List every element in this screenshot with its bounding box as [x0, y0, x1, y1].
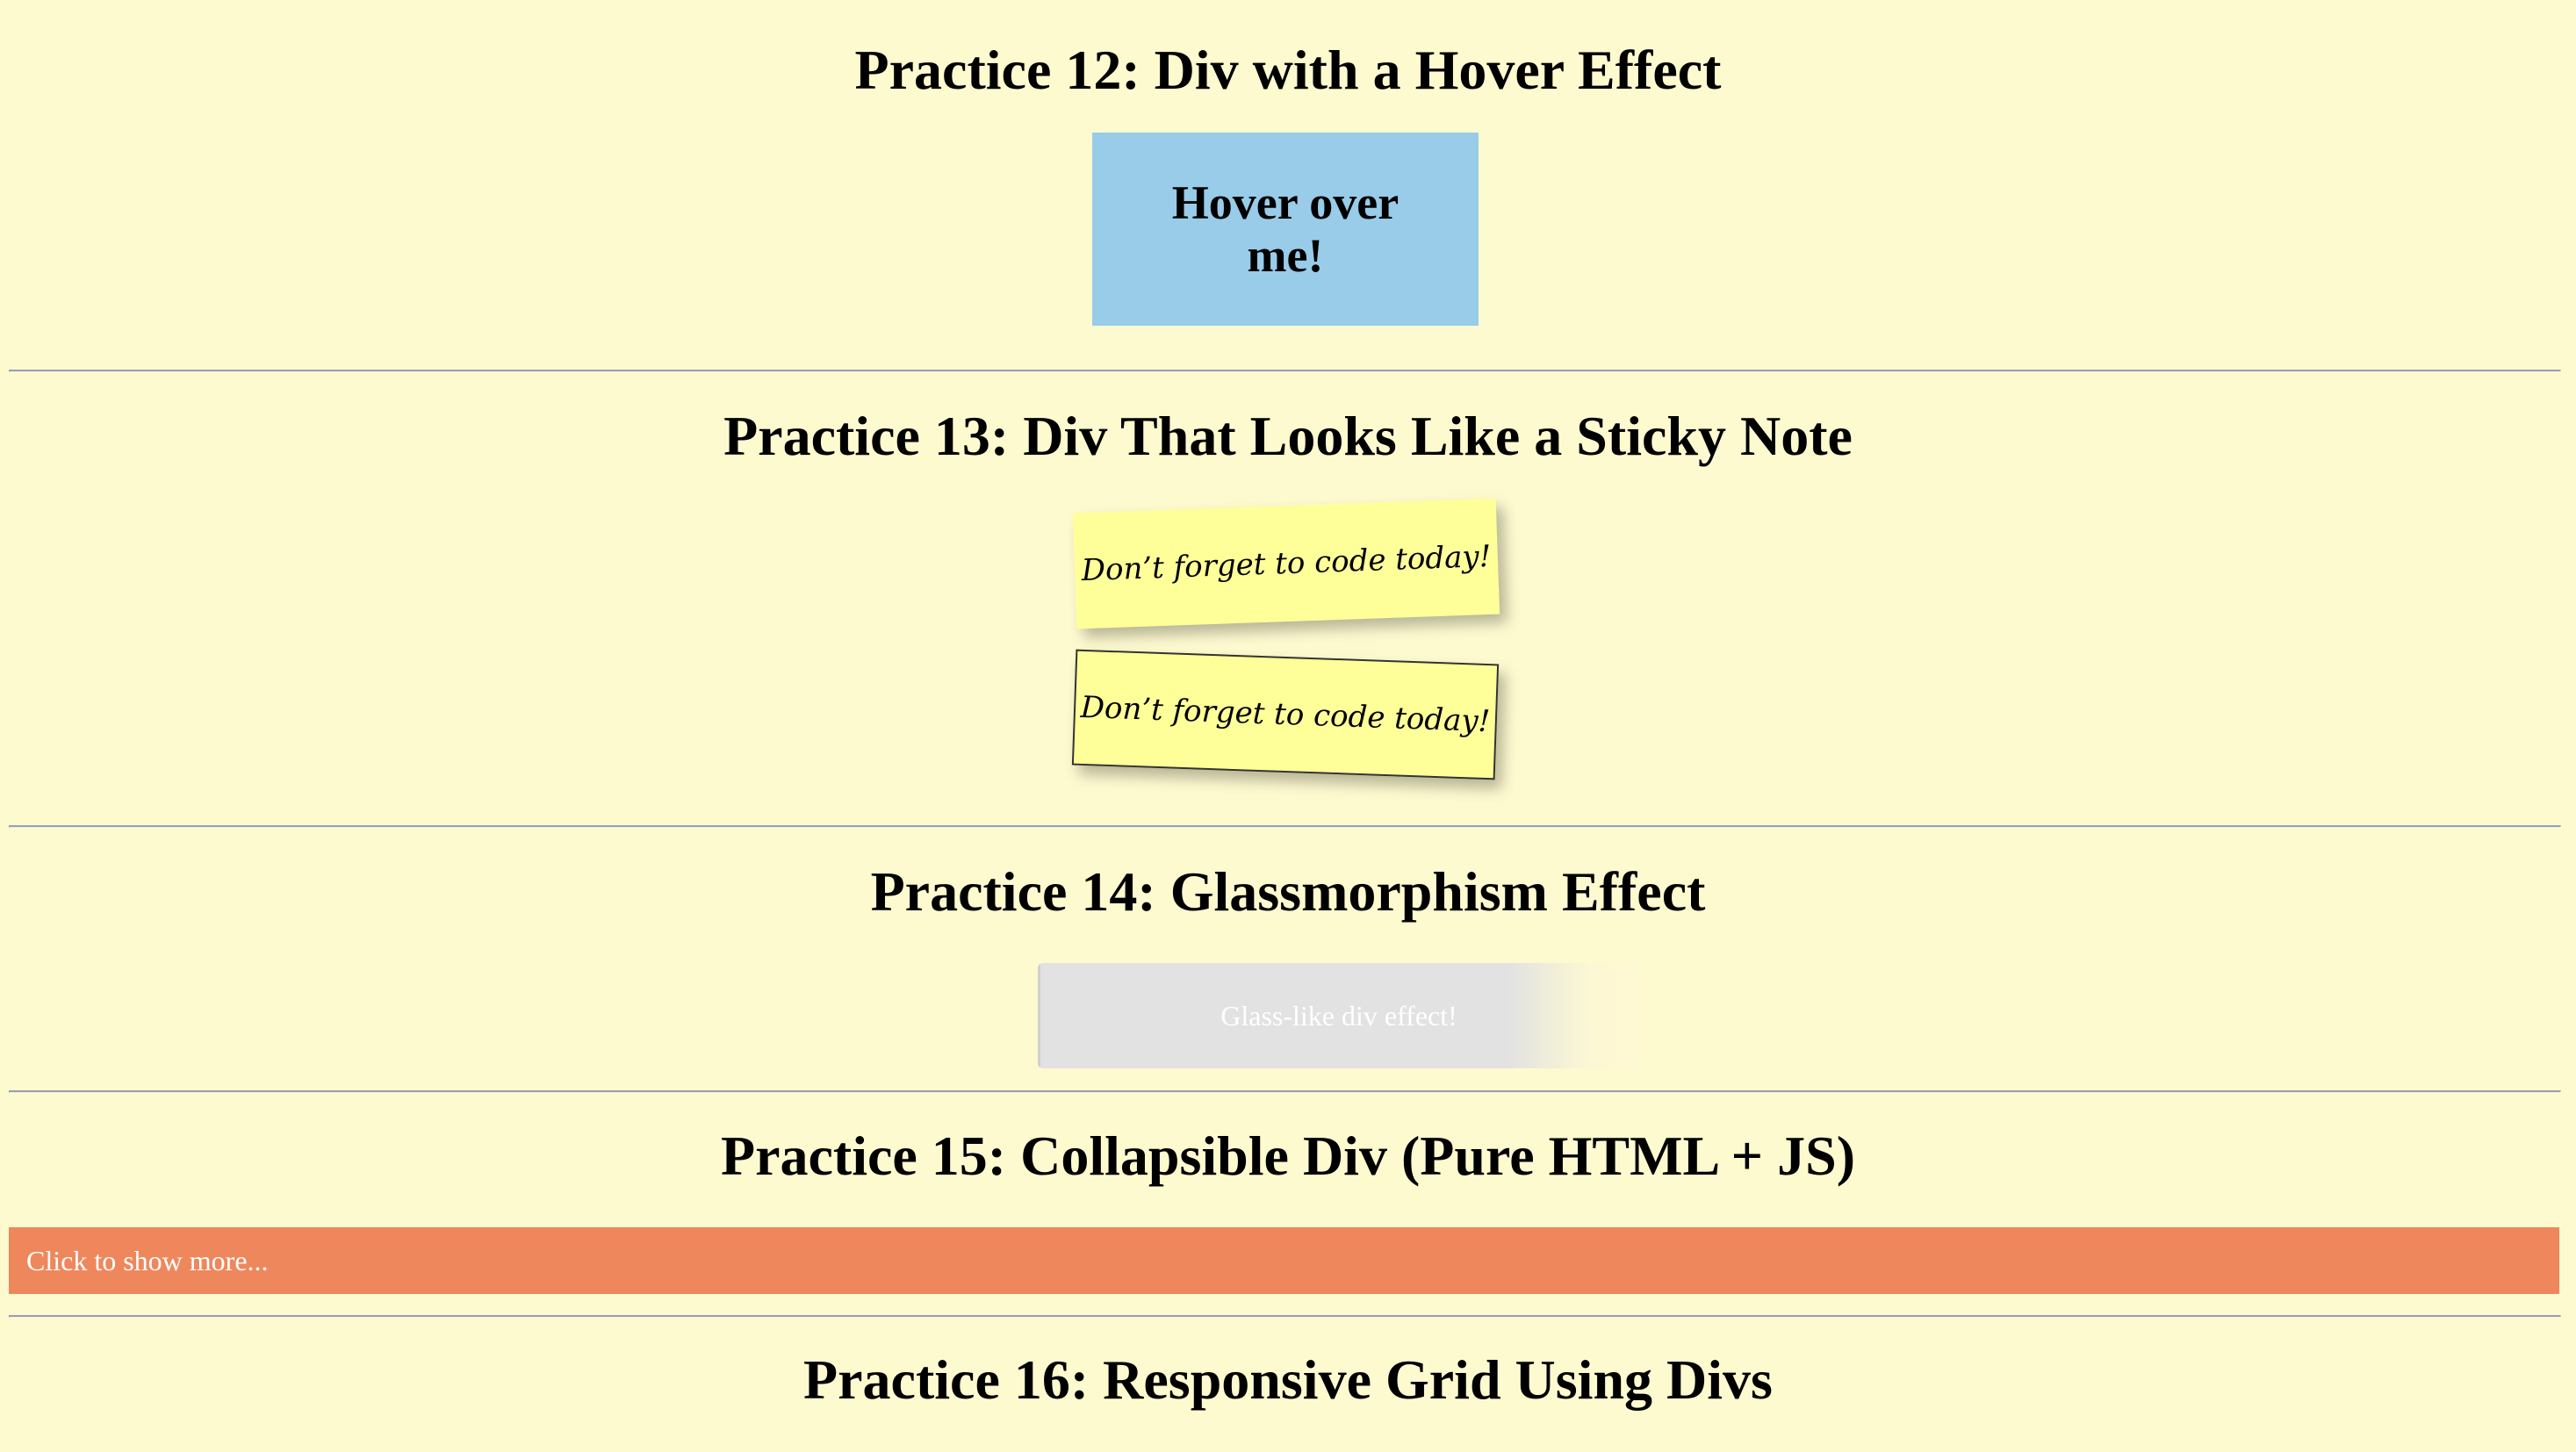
section-divider	[9, 370, 2561, 372]
practice-12-heading: Practice 12: Div with a Hover Effect	[854, 39, 1722, 101]
sticky-note: Don’t forget to code today!	[1072, 498, 1500, 629]
sticky-note-bordered: Don’t forget to code today!	[1071, 649, 1500, 780]
section-divider	[9, 1315, 2561, 1318]
section-divider	[9, 825, 2561, 828]
practice-15-heading: Practice 15: Collapsible Div (Pure HTML …	[720, 1125, 1856, 1187]
practice-16-heading: Practice 16: Responsive Grid Using Divs	[803, 1348, 1773, 1411]
glass-effect-box: Glass-like div effect!	[1038, 963, 1640, 1068]
glass-text: Glass-like div effect!	[1220, 999, 1457, 1031]
section-divider	[9, 1090, 2561, 1093]
hover-effect-box[interactable]: Hover over me!	[1092, 133, 1479, 326]
page: Practice 12: Div with a Hover Effect Hov…	[0, 0, 2576, 1452]
practice-14-heading: Practice 14: Glassmorphism Effect	[870, 860, 1706, 923]
collapsible-toggle[interactable]: Click to show more...	[9, 1227, 2559, 1294]
practice-13-heading: Practice 13: Div That Looks Like a Stick…	[723, 405, 1853, 467]
